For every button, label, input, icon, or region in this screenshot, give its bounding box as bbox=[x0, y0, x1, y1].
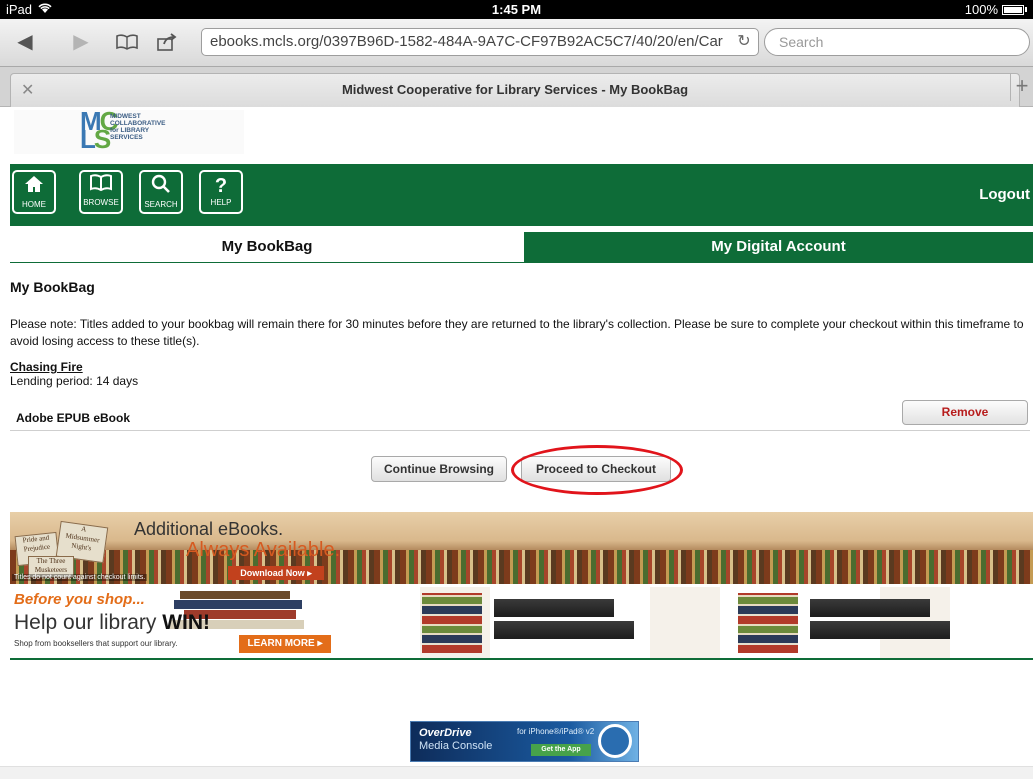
bookmarks-book-icon[interactable] bbox=[112, 29, 142, 55]
nav-search-button[interactable]: SEARCH bbox=[139, 170, 183, 214]
forward-arrow-icon[interactable]: ▶ bbox=[66, 29, 96, 55]
status-time: 1:45 PM bbox=[491, 2, 542, 17]
bookshelf-graphic bbox=[10, 550, 1033, 584]
battery-icon bbox=[1002, 4, 1024, 15]
logout-link[interactable]: Logout bbox=[979, 186, 1030, 203]
url-text: ebooks.mcls.org/0397B96D-1582-484A-9A7C-… bbox=[210, 33, 723, 50]
logo-text: MIDWEST COLLABORATIVE for LIBRARY SERVIC… bbox=[110, 113, 166, 141]
lending-period: Lending period: 14 days bbox=[10, 374, 139, 388]
tab-my-bookbag[interactable]: My BookBag bbox=[10, 232, 524, 262]
book-icon bbox=[81, 174, 121, 198]
battery-tip bbox=[1025, 7, 1027, 12]
search-icon bbox=[141, 174, 181, 200]
page-footer bbox=[0, 766, 1033, 779]
book-image bbox=[810, 621, 950, 639]
remove-button[interactable]: Remove bbox=[902, 400, 1028, 425]
book-image bbox=[494, 621, 634, 639]
browser-toolbar: ◀ ▶ ebooks.mcls.org/0397B96D-1582-484A-9… bbox=[0, 19, 1033, 67]
highlight-annotation-circle bbox=[511, 445, 683, 495]
banner-ebooks-title: Additional eBooks. bbox=[134, 519, 284, 539]
help-icon: ? bbox=[214, 175, 228, 197]
shop-support-banner[interactable]: Before you shop... Help our library WIN!… bbox=[10, 587, 1033, 660]
overdrive-brand: OverDrive bbox=[419, 727, 472, 739]
additional-ebooks-banner[interactable]: Pride and Prejudice A Midsummer Night's The… bbox=[10, 512, 1033, 584]
banner-shop-note: Shop from booksellers that support our l… bbox=[14, 639, 178, 648]
book-stack-image bbox=[738, 593, 798, 653]
banner-ebooks-note: Titles do not count against checkout lim… bbox=[12, 574, 148, 581]
overdrive-app-badge[interactable]: OverDrive Media Console for iPhone®/iPad… bbox=[410, 721, 639, 762]
back-arrow-icon[interactable]: ◀ bbox=[10, 29, 40, 55]
format-row: Adobe EPUB eBook Remove bbox=[10, 398, 1030, 431]
book-image bbox=[810, 599, 930, 617]
site-navbar: HOME BROWSE SEARCH ? HELP Logout bbox=[10, 164, 1033, 226]
tab-title: Midwest Cooperative for Library Services… bbox=[341, 82, 689, 97]
address-bar[interactable]: ebooks.mcls.org/0397B96D-1582-484A-9A7C-… bbox=[201, 28, 759, 56]
overdrive-product: Media Console bbox=[419, 740, 493, 752]
learn-more-button[interactable]: LEARN MORE ▸ bbox=[239, 635, 331, 653]
share-icon[interactable] bbox=[152, 29, 182, 55]
page-title: My BookBag bbox=[10, 279, 95, 295]
browser-tab[interactable]: ✕ Midwest Cooperative for Library Servic… bbox=[10, 73, 1020, 107]
tab-my-digital-account[interactable]: My Digital Account bbox=[524, 232, 1033, 262]
site-logo[interactable]: MC LS MIDWEST COLLABORATIVE for LIBRARY S… bbox=[14, 108, 244, 154]
nav-home-button[interactable]: HOME bbox=[12, 170, 56, 214]
search-input[interactable]: Search bbox=[764, 28, 1030, 56]
book-title-link[interactable]: Chasing Fire bbox=[10, 360, 83, 374]
book-stack-graphic: Pride and Prejudice A Midsummer Night's The… bbox=[14, 520, 129, 578]
banner-shop-headline: Help our library WIN! bbox=[14, 611, 211, 634]
continue-browsing-button[interactable]: Continue Browsing bbox=[371, 456, 507, 482]
nav-help-button[interactable]: ? HELP bbox=[199, 170, 243, 214]
home-icon bbox=[14, 174, 54, 200]
overdrive-disc-icon bbox=[598, 724, 632, 758]
account-tabs: My BookBag My Digital Account bbox=[10, 232, 1033, 262]
book-image bbox=[494, 599, 614, 617]
bookbag-notice: Please note: Titles added to your bookba… bbox=[10, 317, 1024, 348]
overdrive-device: for iPhone®/iPad® v2 bbox=[517, 727, 595, 736]
format-label: Adobe EPUB eBook bbox=[16, 411, 131, 425]
nav-browse-button[interactable]: BROWSE bbox=[79, 170, 123, 214]
banner-ebooks-subtitle: Always Available. bbox=[186, 539, 341, 561]
status-bar: iPad 1:45 PM 100% bbox=[0, 0, 1033, 19]
get-the-app-button[interactable]: Get the App bbox=[531, 744, 591, 756]
book-stack-image bbox=[422, 593, 482, 653]
tabs-divider bbox=[10, 262, 1033, 263]
battery-percent: 100% bbox=[964, 2, 998, 17]
browser-tabbar: ✕ Midwest Cooperative for Library Servic… bbox=[0, 67, 1033, 107]
reload-icon[interactable]: ↻ bbox=[734, 29, 754, 55]
download-now-button[interactable]: Download Now ▸ bbox=[228, 566, 324, 580]
banner-shop-kicker: Before you shop... bbox=[14, 591, 145, 608]
new-tab-plus-icon[interactable]: + bbox=[1010, 73, 1033, 101]
